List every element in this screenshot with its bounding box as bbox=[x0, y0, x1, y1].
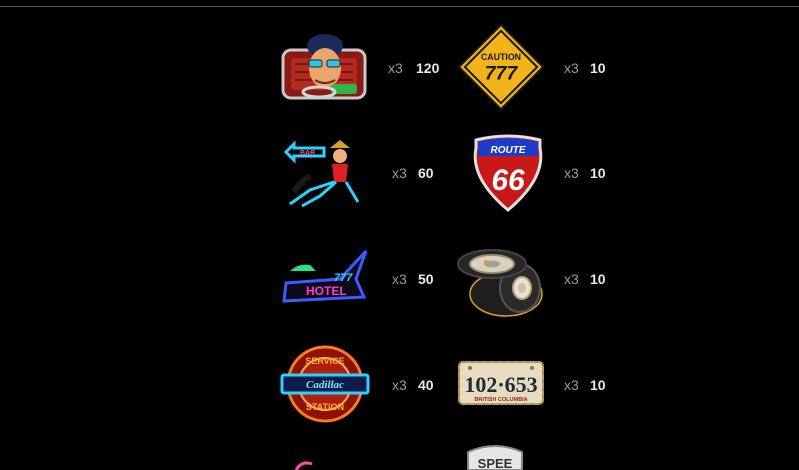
speed-text: SPEE bbox=[478, 456, 513, 470]
route-number-text: 66 bbox=[491, 164, 525, 197]
hotel-number-text: 777 bbox=[334, 272, 353, 284]
partial-neon-symbol-icon bbox=[294, 458, 314, 470]
payout-value: 10 bbox=[590, 60, 606, 76]
payout-value: 60 bbox=[418, 165, 434, 181]
neon-bar-girl-symbol-icon: BAR bbox=[280, 132, 370, 212]
payout-value: 120 bbox=[416, 60, 440, 76]
service-station-sign-symbol-icon: SERVICE Cadillac STATION bbox=[280, 344, 370, 424]
driver-symbol-icon bbox=[279, 28, 369, 108]
service-text: SERVICE bbox=[305, 356, 344, 366]
payout-value: 40 bbox=[418, 377, 434, 393]
top-divider bbox=[0, 6, 799, 7]
payout-value: 10 bbox=[590, 377, 606, 393]
payout-value: 10 bbox=[590, 165, 606, 181]
route-text: ROUTE bbox=[491, 145, 526, 156]
mult-label: x3 bbox=[564, 165, 579, 181]
neon-hotel-sign-symbol-icon: 777 HOTEL bbox=[280, 239, 370, 319]
mult-label: x3 bbox=[388, 60, 403, 76]
mult-label: x3 bbox=[392, 165, 407, 181]
station-text: STATION bbox=[306, 402, 344, 412]
payout-value: 50 bbox=[418, 271, 434, 287]
mult-label: x3 bbox=[564, 377, 579, 393]
mult-label: x3 bbox=[564, 60, 579, 76]
route-66-shield-symbol-icon: ROUTE 66 bbox=[463, 134, 553, 214]
mult-label: x3 bbox=[392, 377, 407, 393]
bar-text: BAR bbox=[300, 150, 315, 157]
mult-label: x3 bbox=[564, 271, 579, 287]
caution-777-sign-symbol-icon: CAUTION 777 bbox=[456, 23, 546, 111]
caution-text: CAUTION bbox=[481, 52, 521, 62]
plate-region-text: BRITISH COLUMBIA bbox=[474, 397, 527, 403]
cadillac-text: Cadillac bbox=[306, 379, 344, 391]
tires-symbol-icon bbox=[456, 240, 546, 320]
caution-number-text: 777 bbox=[485, 63, 519, 85]
mult-label: x3 bbox=[392, 271, 407, 287]
speed-sign-symbol-icon: SPEE bbox=[466, 444, 524, 470]
payout-value: 10 bbox=[590, 271, 606, 287]
hotel-text: HOTEL bbox=[306, 284, 347, 298]
plate-number-text: 102·653 bbox=[464, 372, 537, 397]
license-plate-symbol-icon: 102·653 BRITISH COLUMBIA bbox=[456, 344, 546, 424]
